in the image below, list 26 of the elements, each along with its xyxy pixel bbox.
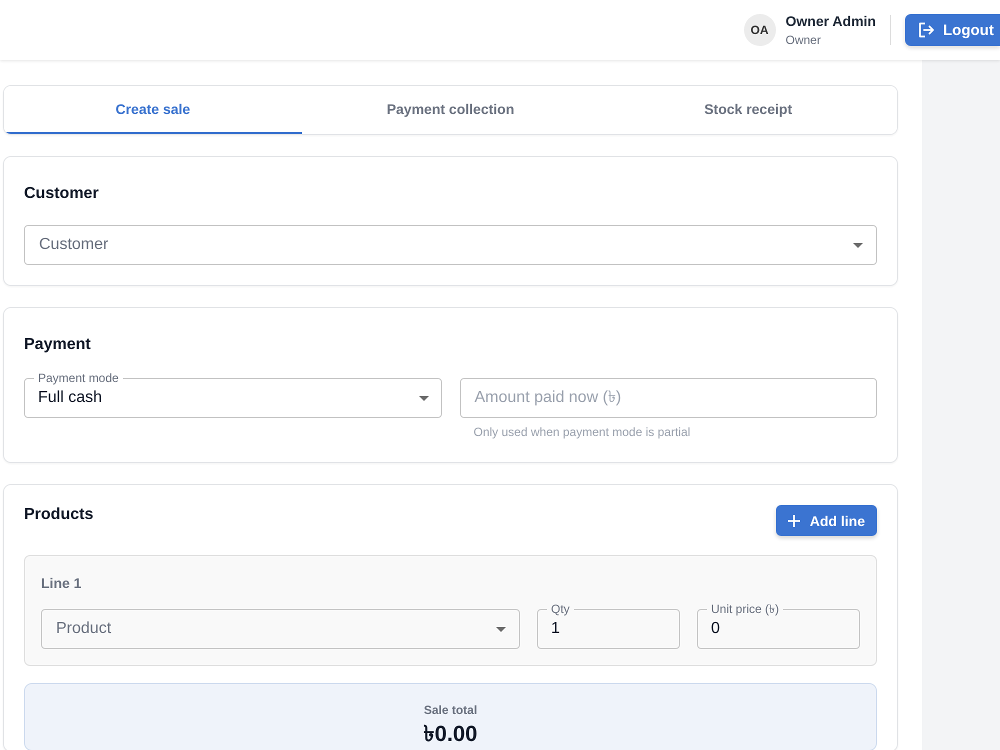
plus-icon	[788, 514, 800, 526]
tab[interactable]: Stock receipt	[599, 86, 897, 134]
section-title: Payment	[24, 335, 91, 355]
payment-mode-select[interactable]: Payment mode Full cash	[24, 371, 442, 418]
user-name: Owner Admin	[786, 12, 876, 30]
section-title: Products	[24, 505, 94, 525]
caret-icon	[496, 626, 506, 632]
helper-text: Only used when payment mode is partial	[474, 425, 690, 439]
unit-price-input[interactable]: Unit price (৳) 0	[697, 602, 860, 649]
qty-input[interactable]: Qty 1	[537, 602, 680, 649]
total-amount: ৳0.00	[424, 721, 478, 747]
user-avatar: OA	[744, 14, 776, 46]
tab[interactable]: Payment collection	[302, 86, 600, 134]
product-select[interactable]: Product	[41, 609, 520, 649]
customer-select[interactable]: Customer	[24, 225, 877, 265]
amount-input[interactable]: Amount paid now (৳)	[460, 378, 877, 418]
total-label: Sale total	[424, 703, 478, 717]
exit-icon	[917, 21, 935, 39]
section-title: Customer	[24, 184, 99, 204]
caret-icon	[418, 396, 428, 400]
logout-button[interactable]: Logout	[905, 14, 1000, 46]
user-role: Owner	[786, 32, 821, 48]
add-line-button[interactable]: Add line	[776, 505, 877, 536]
caret-icon	[853, 242, 863, 248]
line-title: Line 1	[41, 574, 82, 592]
tab[interactable]: Create sale	[4, 86, 302, 134]
